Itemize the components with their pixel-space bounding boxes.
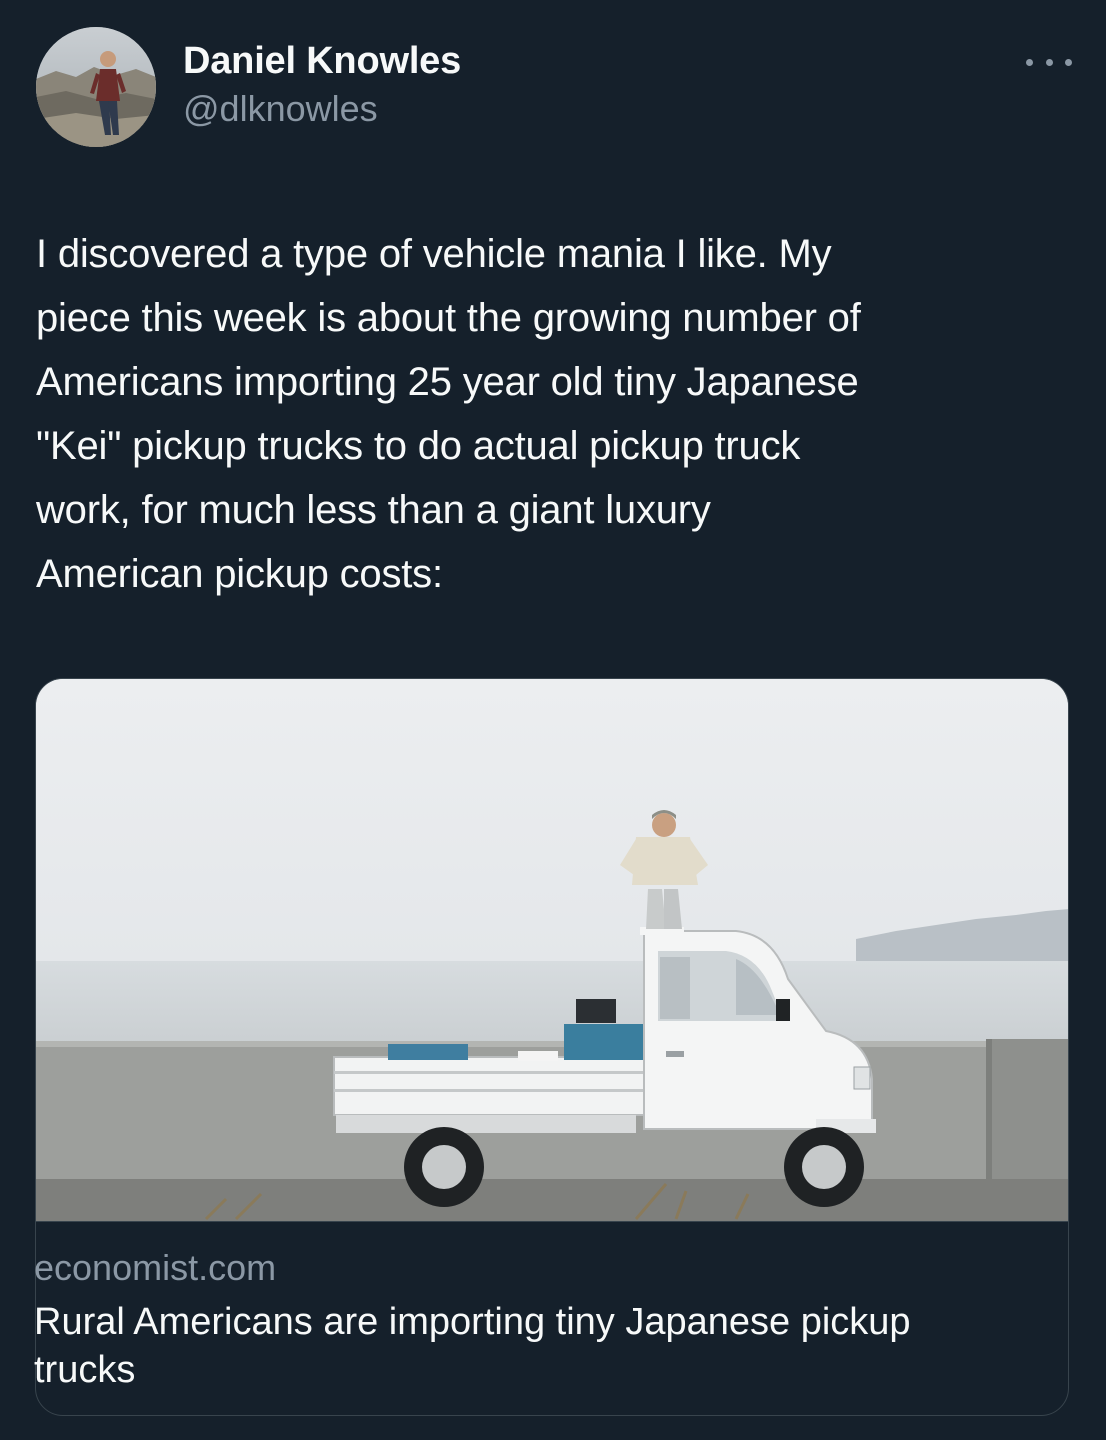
more-options-button[interactable]	[1026, 48, 1072, 76]
avatar[interactable]	[36, 27, 156, 147]
display-name[interactable]: Daniel Knowles	[183, 38, 461, 84]
tweet-text: I discovered a type of vehicle mania I l…	[36, 232, 861, 596]
more-horizontal-icon	[1026, 58, 1033, 66]
card-image	[36, 679, 1068, 1221]
more-horizontal-icon	[1065, 58, 1072, 66]
author-info: Daniel Knowles @dlknowles	[183, 38, 461, 132]
handle[interactable]: @dlknowles	[183, 86, 461, 132]
profile-photo-icon	[36, 27, 156, 147]
kei-truck-photo-icon	[36, 679, 1068, 1221]
card-title[interactable]: Rural Americans are importing tiny Japan…	[34, 1298, 994, 1394]
more-horizontal-icon	[1045, 58, 1053, 66]
card-domain[interactable]: economist.com	[34, 1246, 276, 1290]
card-divider	[36, 1221, 1068, 1222]
tweet: Daniel Knowles @dlknowles I discovered a…	[0, 0, 1106, 1440]
